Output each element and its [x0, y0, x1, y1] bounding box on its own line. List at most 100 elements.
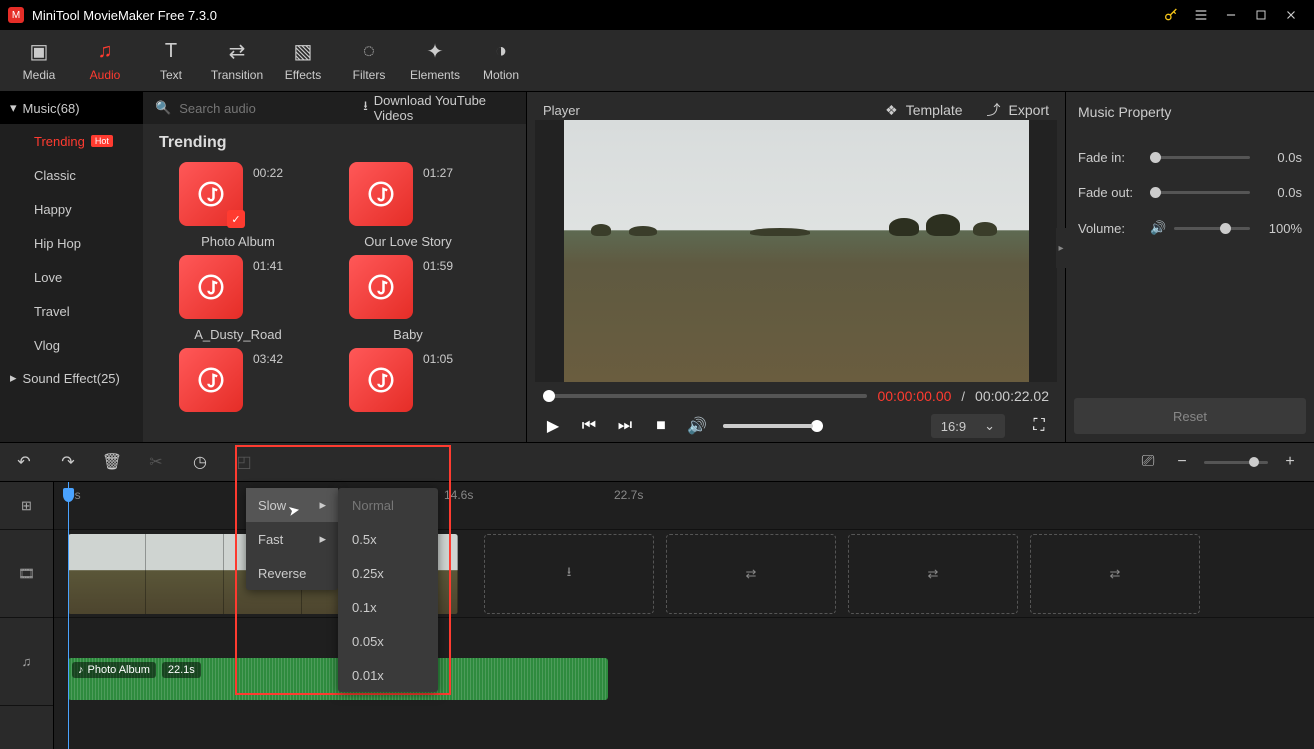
play-button[interactable]: ▶	[543, 416, 563, 436]
aspect-ratio-select[interactable]: 16:9⌄	[931, 414, 1005, 438]
crop-button[interactable]: ◰	[232, 452, 256, 472]
check-icon: ✓	[227, 210, 245, 228]
audio-thumb[interactable]	[349, 162, 413, 226]
time-current: 00:00:00.00	[877, 388, 951, 404]
category-music-header[interactable]: ▾Music(68)	[0, 92, 143, 124]
titlebar: M MiniTool MovieMaker Free 7.3.0	[0, 0, 1314, 30]
tab-audio[interactable]: ♫Audio	[74, 34, 136, 88]
property-panel: ▸ Music Property Fade in: 0.0s Fade out:…	[1066, 92, 1314, 442]
category-love[interactable]: Love	[0, 260, 143, 294]
zoom-in-button[interactable]: +	[1278, 453, 1302, 471]
category-travel[interactable]: Travel	[0, 294, 143, 328]
zoom-slider[interactable]	[1204, 461, 1268, 464]
chevron-right-icon: ▸	[10, 370, 17, 386]
speed-0-05x[interactable]: 0.05x	[338, 624, 438, 658]
collapse-panel-button[interactable]: ▸	[1056, 228, 1066, 268]
redo-button[interactable]: ↷	[56, 452, 80, 472]
category-soundeffect-header[interactable]: ▸Sound Effect(25)	[0, 362, 143, 394]
audio-item[interactable]: 01:05	[323, 348, 493, 420]
playhead[interactable]	[68, 482, 69, 749]
add-track-button[interactable]: ⊞	[0, 482, 53, 530]
tab-text[interactable]: TText	[140, 34, 202, 88]
audio-track[interactable]: ♪Photo Album 22.1s	[54, 618, 1314, 706]
audio-thumb[interactable]	[179, 348, 243, 412]
volume-icon[interactable]: 🔊	[687, 416, 707, 436]
prev-frame-button[interactable]: ⏮	[579, 417, 599, 435]
maximize-button[interactable]	[1246, 0, 1276, 30]
template-button[interactable]: ❖Template	[885, 100, 962, 120]
audio-item[interactable]: ✓00:22Photo Album	[153, 162, 323, 249]
next-frame-button[interactable]: ⏭	[615, 417, 635, 435]
speed-fast-item[interactable]: Fast▸	[246, 522, 338, 556]
audio-thumb[interactable]	[349, 348, 413, 412]
seek-slider[interactable]	[543, 394, 867, 398]
speed-0-1x[interactable]: 0.1x	[338, 590, 438, 624]
audio-thumb[interactable]	[179, 255, 243, 319]
tab-elements[interactable]: ✦Elements	[404, 34, 466, 88]
filters-icon: ◌	[363, 40, 375, 64]
audio-track-header[interactable]: ♫	[0, 618, 53, 706]
effects-icon: ▧	[294, 40, 313, 64]
fit-timeline-icon[interactable]: ⎚	[1136, 453, 1160, 471]
audio-clip-name: ♪Photo Album	[72, 662, 156, 678]
audio-duration: 03:42	[253, 352, 283, 366]
fullscreen-button[interactable]: ⛶	[1029, 417, 1049, 435]
audio-thumb[interactable]	[349, 255, 413, 319]
chevron-right-icon: ▸	[319, 531, 326, 547]
video-track-header[interactable]: 🎞	[0, 530, 53, 618]
tab-filters[interactable]: ◌Filters	[338, 34, 400, 88]
volume-slider[interactable]	[723, 424, 823, 428]
fade-out-slider[interactable]	[1150, 191, 1250, 194]
close-button[interactable]	[1276, 0, 1306, 30]
delete-button[interactable]: 🗑	[100, 452, 124, 472]
audio-item[interactable]: 03:42	[153, 348, 323, 420]
menu-icon[interactable]	[1186, 0, 1216, 30]
search-input[interactable]	[179, 101, 355, 116]
split-button[interactable]: ✂	[144, 452, 168, 472]
video-preview[interactable]	[564, 120, 1029, 382]
time-ruler[interactable]: 0s 14.6s 22.7s	[54, 482, 1314, 530]
reset-button[interactable]: Reset	[1074, 398, 1306, 434]
undo-button[interactable]: ↶	[12, 452, 36, 472]
tab-media[interactable]: ▣Media	[8, 34, 70, 88]
category-happy[interactable]: Happy	[0, 192, 143, 226]
stop-button[interactable]: ■	[651, 417, 671, 435]
category-vlog[interactable]: Vlog	[0, 328, 143, 362]
speed-reverse-item[interactable]: Reverse	[246, 556, 338, 590]
tab-effects[interactable]: ▧Effects	[272, 34, 334, 88]
zoom-out-button[interactable]: −	[1170, 453, 1194, 471]
download-youtube-link[interactable]: ⭳Download YouTube Videos	[363, 93, 514, 123]
empty-clip-slot[interactable]: ⇄	[666, 534, 836, 614]
template-icon: ❖	[885, 102, 898, 119]
license-key-icon[interactable]	[1156, 0, 1186, 30]
tab-motion[interactable]: ◑Motion	[470, 34, 532, 88]
minimize-button[interactable]	[1216, 0, 1246, 30]
audio-item[interactable]: 01:41A_Dusty_Road	[153, 255, 323, 342]
swap-icon: ⇄	[928, 566, 939, 582]
library-panel: ▾Music(68) TrendingHot Classic Happy Hip…	[0, 92, 527, 442]
fade-in-slider[interactable]	[1150, 156, 1250, 159]
audio-item[interactable]: 01:59Baby	[323, 255, 493, 342]
text-icon: T	[165, 40, 177, 64]
speed-button[interactable]: ◷	[188, 452, 212, 472]
category-hiphop[interactable]: Hip Hop	[0, 226, 143, 260]
video-track[interactable]: ⭳ ⇄ ⇄ ⇄	[54, 530, 1314, 618]
category-trending[interactable]: TrendingHot	[0, 124, 143, 158]
speed-normal[interactable]: Normal	[338, 488, 438, 522]
export-button[interactable]: ⤴Export	[987, 100, 1049, 120]
empty-clip-slot[interactable]: ⭳	[484, 534, 654, 614]
empty-clip-slot[interactable]: ⇄	[1030, 534, 1200, 614]
speed-0-25x[interactable]: 0.25x	[338, 556, 438, 590]
elements-icon: ✦	[427, 40, 444, 64]
chevron-right-icon: ▸	[319, 497, 326, 513]
category-classic[interactable]: Classic	[0, 158, 143, 192]
audio-item[interactable]: 01:27Our Love Story	[323, 162, 493, 249]
tab-transition[interactable]: ⇄Transition	[206, 34, 268, 88]
download-icon: ⭳	[363, 97, 368, 119]
speed-0-5x[interactable]: 0.5x	[338, 522, 438, 556]
speed-0-01x[interactable]: 0.01x	[338, 658, 438, 692]
property-title: Music Property	[1078, 104, 1302, 120]
empty-clip-slot[interactable]: ⇄	[848, 534, 1018, 614]
prop-volume-slider[interactable]	[1174, 227, 1250, 230]
audio-thumb[interactable]: ✓	[179, 162, 243, 226]
